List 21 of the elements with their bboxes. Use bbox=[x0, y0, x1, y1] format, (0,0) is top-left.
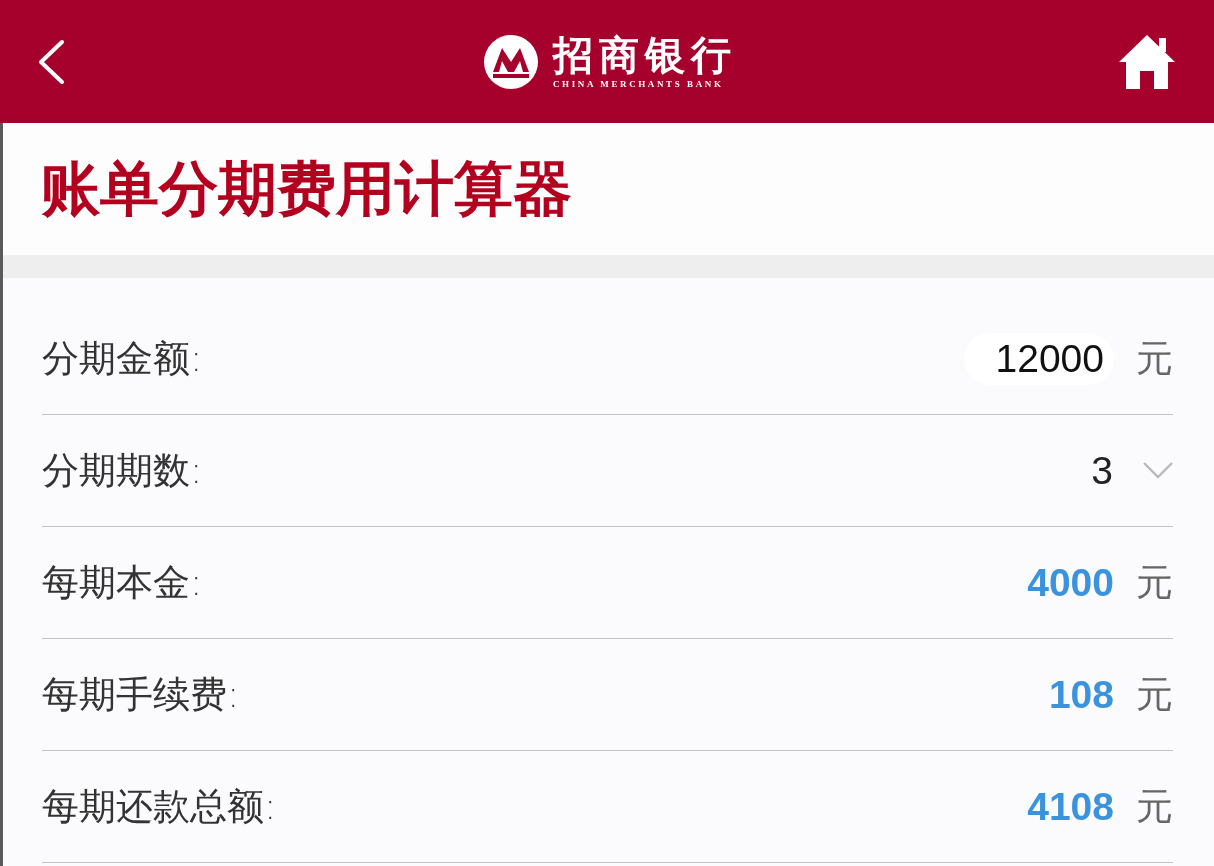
brand-subtitle: CHINA MERCHANTS BANK bbox=[553, 79, 725, 90]
brand-name: 招商银行 bbox=[553, 33, 737, 77]
field-label: 每期手续费: bbox=[42, 671, 240, 718]
term-select[interactable]: 3 bbox=[1091, 448, 1173, 493]
amount-input[interactable]: 12000 bbox=[964, 332, 1114, 385]
home-icon[interactable] bbox=[1118, 32, 1176, 91]
field-label: 分期金额: bbox=[42, 335, 203, 382]
field-label: 每期还款总额: bbox=[42, 783, 277, 830]
result-value: 4108 bbox=[1027, 784, 1114, 829]
page-title: 账单分期费用计算器 bbox=[41, 154, 572, 224]
unit-label: 元 bbox=[1136, 335, 1173, 382]
unit-label: 元 bbox=[1136, 671, 1173, 718]
unit-label: 元 bbox=[1136, 559, 1173, 606]
unit-label: 元 bbox=[1136, 783, 1173, 830]
logo-icon bbox=[483, 33, 539, 90]
back-icon[interactable] bbox=[36, 38, 66, 85]
result-value: 4000 bbox=[1027, 560, 1114, 605]
field-label: 分期期数: bbox=[42, 447, 203, 494]
result-value: 108 bbox=[1048, 672, 1114, 717]
field-label: 每期本金: bbox=[42, 559, 203, 606]
chevron-down-icon bbox=[1143, 462, 1173, 479]
